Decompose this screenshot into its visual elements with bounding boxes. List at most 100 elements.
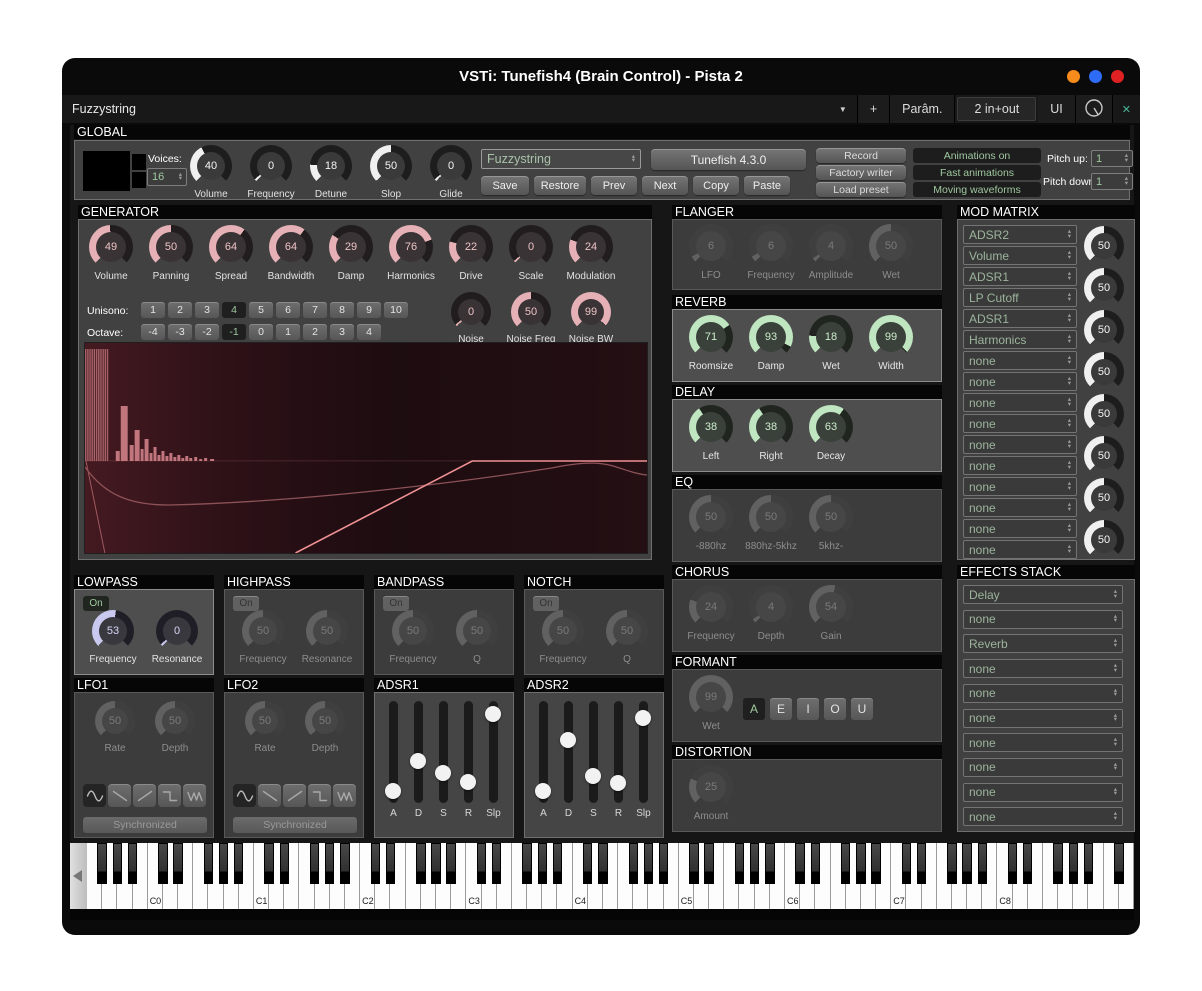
knob-bandwidth[interactable]: 64Bandwidth xyxy=(268,225,315,282)
slider-s[interactable] xyxy=(439,701,448,803)
option-button-u[interactable]: U xyxy=(851,698,873,720)
spinner-down-icon[interactable]: ▾ xyxy=(1068,361,1071,366)
knob-damp[interactable]: 29Damp xyxy=(329,225,373,282)
knob-noise[interactable]: 0Noise xyxy=(451,292,491,345)
io-config-button[interactable]: 2 in+out xyxy=(957,97,1036,121)
slider-thumb[interactable] xyxy=(535,783,551,799)
knob-panning[interactable]: 50Panning xyxy=(149,225,193,282)
dropdown-adsr1[interactable]: ADSR1▴▾ xyxy=(963,309,1077,328)
maximize-icon[interactable] xyxy=(1089,70,1102,83)
slider-thumb[interactable] xyxy=(635,710,651,726)
dropdown-adsr2[interactable]: ADSR2▴▾ xyxy=(963,225,1077,244)
spinner-down-icon[interactable]: ▾ xyxy=(1125,159,1128,164)
option-button-2[interactable]: -2 xyxy=(195,324,219,340)
slider-thumb[interactable] xyxy=(585,768,601,784)
knob-roomsize[interactable]: 71Roomsize xyxy=(689,315,733,372)
option-button-3[interactable]: 3 xyxy=(195,302,219,318)
black-key[interactable] xyxy=(416,843,425,884)
lowpass-on-button[interactable]: On xyxy=(83,596,109,611)
knob-mod-amount[interactable]: 50 xyxy=(1084,478,1124,518)
add-preset-button[interactable]: + xyxy=(858,95,890,123)
knob-frequency[interactable]: 6Frequency xyxy=(747,224,794,281)
black-key[interactable] xyxy=(947,843,956,884)
knob-q[interactable]: 50Q xyxy=(456,610,498,665)
option-button-7[interactable]: 7 xyxy=(303,302,327,318)
black-key[interactable] xyxy=(1008,843,1017,884)
knob-depth[interactable]: 50Depth xyxy=(155,701,195,754)
option-button-3[interactable]: -3 xyxy=(168,324,192,340)
option-button-3[interactable]: 3 xyxy=(330,324,354,340)
black-key[interactable] xyxy=(689,843,698,884)
load-preset-button[interactable]: Load preset xyxy=(816,182,906,197)
option-button-2[interactable]: 2 xyxy=(303,324,327,340)
slider-thumb[interactable] xyxy=(610,775,626,791)
dropdown-none[interactable]: none▴▾ xyxy=(963,610,1123,629)
preset-name-field[interactable]: Fuzzystring▴▾ xyxy=(481,149,641,169)
black-key[interactable] xyxy=(234,843,243,884)
option-button-o[interactable]: O xyxy=(824,698,846,720)
black-key[interactable] xyxy=(902,843,911,884)
spinner-down-icon[interactable]: ▾ xyxy=(1068,550,1071,555)
option-button-8[interactable]: 8 xyxy=(330,302,354,318)
black-key[interactable] xyxy=(962,843,971,884)
knob-gain[interactable]: 54Gain xyxy=(809,585,853,642)
knob-amplitude[interactable]: 4Amplitude xyxy=(809,224,853,281)
black-key[interactable] xyxy=(97,843,106,884)
spinner-down-icon[interactable]: ▾ xyxy=(1114,817,1117,822)
slider-thumb[interactable] xyxy=(560,732,576,748)
option-button-6[interactable]: 6 xyxy=(276,302,300,318)
black-key[interactable] xyxy=(583,843,592,884)
black-key[interactable] xyxy=(750,843,759,884)
knob-modulation[interactable]: 24Modulation xyxy=(567,225,616,282)
knob-left[interactable]: 38Left xyxy=(689,405,733,462)
black-key[interactable] xyxy=(1069,843,1078,884)
black-key[interactable] xyxy=(765,843,774,884)
spinner-down-icon[interactable]: ▾ xyxy=(1068,487,1071,492)
black-key[interactable] xyxy=(553,843,562,884)
spinner-down-icon[interactable]: ▾ xyxy=(1114,718,1117,723)
black-key[interactable] xyxy=(644,843,653,884)
black-key[interactable] xyxy=(173,843,182,884)
slider-a[interactable] xyxy=(389,701,398,803)
prev-button[interactable]: Prev xyxy=(591,176,637,195)
black-key[interactable] xyxy=(371,843,380,884)
ui-button[interactable]: UI xyxy=(1038,95,1076,123)
knob-depth[interactable]: 4Depth xyxy=(749,585,793,642)
spinner-down-icon[interactable]: ▾ xyxy=(1068,466,1071,471)
lfo2-sync-button[interactable]: Synchronized xyxy=(233,817,357,833)
option-button-5[interactable]: 5 xyxy=(249,302,273,318)
close-icon[interactable]: ✕ xyxy=(1113,95,1140,123)
dropdown-none[interactable]: none▴▾ xyxy=(963,414,1077,433)
knob-frequency[interactable]: 53Frequency xyxy=(89,610,136,665)
option-button-e[interactable]: E xyxy=(770,698,792,720)
dropdown-lp-cutoff[interactable]: LP Cutoff▴▾ xyxy=(963,288,1077,307)
lfo1-sync-button[interactable]: Synchronized xyxy=(83,817,207,833)
slider-d[interactable] xyxy=(564,701,573,803)
spinner-down-icon[interactable]: ▾ xyxy=(1068,319,1071,324)
knob-5khz[interactable]: 505khz- xyxy=(809,495,853,552)
moving-waveforms-button[interactable]: Moving waveforms xyxy=(913,182,1041,197)
param-button[interactable]: Parâm. xyxy=(890,95,955,123)
dropdown-reverb[interactable]: Reverb▴▾ xyxy=(963,634,1123,653)
black-key[interactable] xyxy=(340,843,349,884)
black-key[interactable] xyxy=(113,843,122,884)
slider-r[interactable] xyxy=(464,701,473,803)
knob-rate[interactable]: 50Rate xyxy=(245,701,285,754)
knob-mod-amount[interactable]: 50 xyxy=(1084,310,1124,350)
animations-on-button[interactable]: Animations on xyxy=(913,148,1041,163)
option-button-4[interactable]: -4 xyxy=(141,324,165,340)
option-button-a[interactable]: A xyxy=(743,698,765,720)
black-key[interactable] xyxy=(841,843,850,884)
knob-wet[interactable]: 50Wet xyxy=(869,224,913,281)
knob-frequency[interactable]: 50Frequency xyxy=(539,610,586,665)
slider-r[interactable] xyxy=(614,701,623,803)
preset-selector[interactable]: Fuzzystring ▼ xyxy=(62,95,858,123)
knob-mod-amount[interactable]: 50 xyxy=(1084,520,1124,560)
black-key[interactable] xyxy=(735,843,744,884)
fast-animations-button[interactable]: Fast animations xyxy=(913,165,1041,180)
knob-damp[interactable]: 93Damp xyxy=(749,315,793,372)
black-key[interactable] xyxy=(704,843,713,884)
sine-wave-icon[interactable] xyxy=(233,784,256,807)
black-key[interactable] xyxy=(629,843,638,884)
knob-mod-amount[interactable]: 50 xyxy=(1084,436,1124,476)
